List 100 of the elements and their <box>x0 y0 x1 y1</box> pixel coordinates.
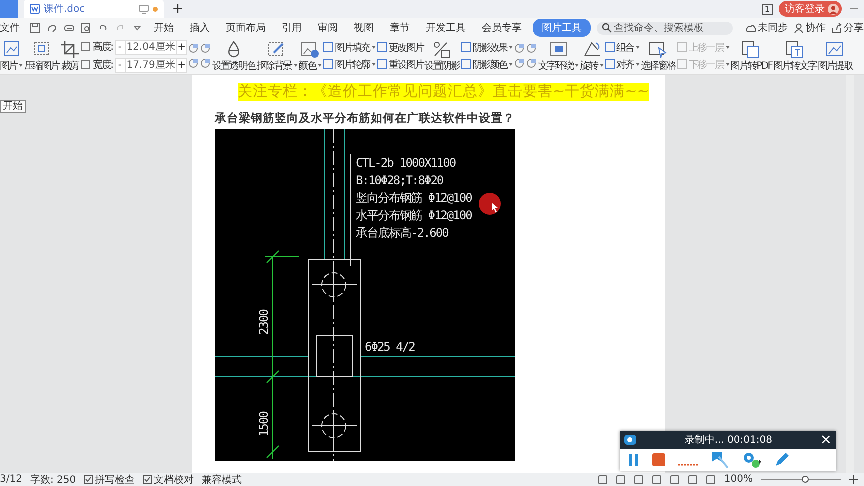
zoom-in-icon[interactable] <box>849 475 858 484</box>
ribbon-button[interactable]: 图片提取 <box>818 40 853 72</box>
menu-tab[interactable]: 开发工具 <box>421 20 471 36</box>
menu-tab[interactable]: 图片工具 <box>533 19 591 37</box>
ribbon-button[interactable]: 颜色 <box>298 40 322 72</box>
menu-tab[interactable]: 引用 <box>277 20 307 36</box>
ribbon-button[interactable]: 对齐 <box>604 58 640 72</box>
cursor-highlight <box>479 193 501 215</box>
search-icon <box>602 23 612 33</box>
close-button[interactable]: × <box>820 433 832 447</box>
decrease-button[interactable]: - <box>116 42 125 52</box>
pile-symbol <box>312 410 358 442</box>
drawing-label: CTL-2b 1000X1100 <box>356 156 456 170</box>
small-tool-icon[interactable] <box>514 58 526 69</box>
ribbon-button[interactable]: 图片 <box>0 40 24 72</box>
drawing-label: 2300 <box>257 310 271 335</box>
pointer-icon[interactable] <box>710 451 730 469</box>
menu-tab[interactable]: 页面布局 <box>221 20 271 36</box>
zoom-level[interactable]: 100% <box>724 474 753 485</box>
small-tool-icon[interactable] <box>526 43 538 54</box>
tab-title: 课件.doc <box>44 3 86 16</box>
toolbar-button[interactable]: 协作 <box>794 21 826 35</box>
unsaved-dot <box>153 6 158 12</box>
ribbon-button[interactable]: 图片转文字 <box>773 40 817 72</box>
window-count[interactable]: 1 <box>762 4 773 14</box>
scrollbar[interactable] <box>846 75 854 473</box>
page-indicator: 3/12 <box>0 474 22 485</box>
recording-status: 录制中... 00:01:08 <box>684 434 774 447</box>
file-menu[interactable]: 文件 <box>0 21 20 35</box>
small-tool-icon[interactable] <box>514 43 526 54</box>
ribbon-button[interactable]: 旋转 <box>580 40 604 72</box>
new-tab-button[interactable]: + <box>170 1 186 17</box>
word-count: 字数: 250 <box>30 474 76 486</box>
ribbon-button[interactable]: 组合 <box>604 40 640 54</box>
status-button[interactable]: 拼写检查 <box>84 472 136 486</box>
ribbon-button[interactable]: 图片轮廓 <box>323 58 376 72</box>
ribbon-button[interactable]: 压缩图片 <box>24 40 60 72</box>
beam-section <box>316 336 354 378</box>
highlighted-text: 关注专栏：《造价工作常见问题汇总》直击要害~干货满满~~ <box>238 83 650 101</box>
pause-icon[interactable] <box>628 453 640 467</box>
preview-icon[interactable] <box>81 22 92 34</box>
drawing-label: 竖向分布钢筋 Φ12@100 <box>356 191 472 205</box>
document-mode: 兼容模式 <box>202 474 242 486</box>
compress-icon <box>32 40 52 58</box>
avatar-icon <box>828 4 839 14</box>
ribbon-button[interactable]: 阴影颜色 <box>460 58 514 72</box>
picture-extract-icon <box>825 40 846 58</box>
size-field[interactable]: 12.04厘米 <box>124 40 178 54</box>
decrease-button[interactable]: - <box>116 60 125 70</box>
ribbon-button[interactable]: 阴影效果 <box>460 40 514 54</box>
toolbar-button[interactable]: 未同步 <box>746 21 788 35</box>
small-tool-icon[interactable] <box>526 58 538 69</box>
menu-tab[interactable]: 审阅 <box>313 20 343 36</box>
ribbon-button[interactable]: 抠除背景 <box>256 40 298 72</box>
small-tool-icon[interactable] <box>188 43 200 54</box>
small-tool-icon[interactable] <box>200 58 212 69</box>
field-label: 宽度: <box>93 58 113 72</box>
person-icon <box>794 23 804 33</box>
ribbon-button[interactable]: 设置透明色 <box>212 40 256 72</box>
text-wrap-icon <box>548 40 569 58</box>
drawing-label: 1500 <box>257 412 271 437</box>
ribbon-button[interactable]: 选择窗格 <box>640 40 676 72</box>
ribbon-button[interactable]: 裁剪 <box>60 40 80 72</box>
login-button[interactable]: 访客登录 <box>779 1 842 17</box>
drawing-label: 承台底标高-2.600 <box>356 226 448 240</box>
menu-tab[interactable]: 插入 <box>185 20 215 36</box>
menu-tab[interactable]: 开始 <box>149 20 179 36</box>
size-field[interactable]: 17.79厘米 <box>124 58 178 72</box>
increase-button[interactable]: + <box>177 60 186 70</box>
small-tool-icon[interactable] <box>200 43 212 54</box>
status-button[interactable]: 文档校对 <box>143 472 194 486</box>
webcam-icon[interactable] <box>742 452 762 468</box>
document-icon <box>30 4 40 14</box>
save-icon[interactable] <box>30 22 41 34</box>
picture-color-icon <box>300 40 320 58</box>
slider-thumb[interactable] <box>802 476 809 483</box>
check-box-icon <box>84 475 94 484</box>
crop-icon <box>60 40 80 58</box>
ribbon-button[interactable]: 图片填充 <box>323 40 376 54</box>
menu-tab[interactable]: 章节 <box>385 20 415 36</box>
camera-icon <box>624 434 637 446</box>
monitor-icon <box>139 4 149 14</box>
toolbar-button[interactable]: 分享 <box>832 21 864 35</box>
pile-symbol <box>312 270 358 300</box>
ribbon-button[interactable]: 重设图片 <box>376 58 424 72</box>
increase-button[interactable]: + <box>177 42 186 52</box>
document-tab[interactable]: 课件.doc <box>24 0 164 18</box>
ribbon-button[interactable]: 图片转PDF <box>730 40 772 72</box>
menu-tab[interactable]: 会员专享 <box>477 20 527 36</box>
check-box-icon <box>143 475 152 484</box>
share-icon <box>832 23 842 33</box>
small-tool-icon[interactable] <box>188 58 200 69</box>
search-field[interactable]: 查找命令、搜索模板 <box>597 22 733 34</box>
rotate-icon <box>582 40 602 58</box>
stop-icon[interactable] <box>652 453 666 467</box>
ribbon-button[interactable]: 文字环绕 <box>538 40 580 72</box>
picture-icon <box>2 40 22 58</box>
ribbon-button[interactable]: 更改图片 <box>376 40 424 54</box>
ribbon-button[interactable]: 设置阴影 <box>424 40 460 72</box>
menu-tab[interactable]: 视图 <box>349 20 379 36</box>
